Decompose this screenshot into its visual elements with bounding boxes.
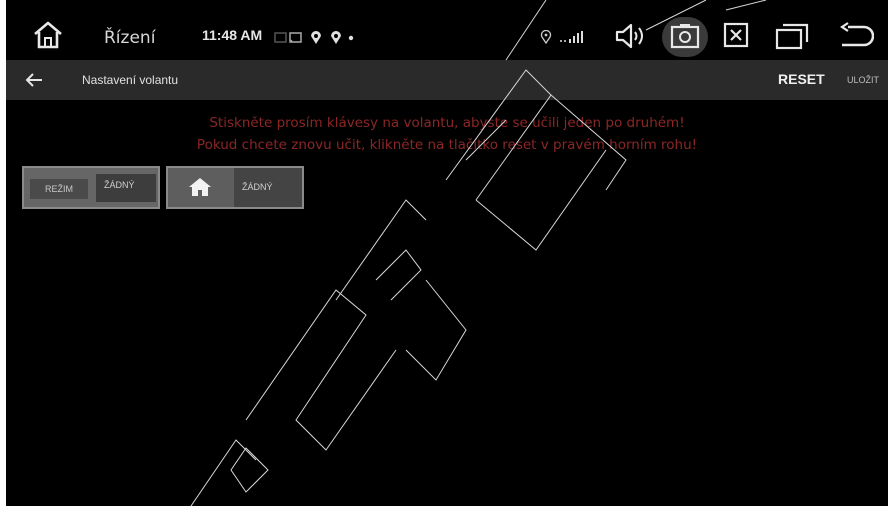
- back-icon[interactable]: [838, 22, 874, 50]
- dot-icon: [348, 35, 354, 41]
- reset-button[interactable]: RESET: [778, 71, 825, 87]
- cast-icon: [274, 32, 302, 43]
- status-bar: Řízení 11:48 AM: [6, 10, 888, 60]
- home-icon: [189, 178, 211, 196]
- home-icon[interactable]: [32, 20, 64, 50]
- save-button[interactable]: ULOŽIT: [847, 75, 879, 85]
- screenshot-icon[interactable]: [669, 22, 701, 50]
- key-value: ŽÁDNÝ: [96, 174, 156, 202]
- app-title: Řízení: [104, 28, 156, 48]
- volume-icon[interactable]: [614, 22, 648, 50]
- clock: 11:48 AM: [202, 27, 263, 43]
- arrow-back-icon[interactable]: [24, 70, 44, 90]
- page-title: Nastavení volantu: [82, 73, 179, 87]
- key-value: ŽÁDNÝ: [234, 168, 302, 207]
- instruction-line-1: Stiskněte prosím klávesy na volantu, aby…: [209, 115, 685, 131]
- key-icon-area: [168, 168, 234, 207]
- app-bar: Nastavení volantu RESET ULOŽIT: [6, 60, 888, 100]
- signal-icon: [560, 31, 583, 43]
- location-icon: [540, 30, 552, 44]
- screen: Řízení 11:48 AM Nastavení volantu RESET …: [6, 0, 888, 506]
- notification-icon: [331, 31, 341, 44]
- notification-icon: [311, 31, 321, 44]
- key-label: REŽIM: [30, 179, 88, 199]
- key-card-home[interactable]: ŽÁDNÝ: [166, 166, 304, 209]
- recents-icon[interactable]: [774, 21, 810, 51]
- close-icon[interactable]: [722, 21, 750, 49]
- key-card-mode[interactable]: REŽIM ŽÁDNÝ: [22, 166, 160, 209]
- instruction-line-2: Pokud chcete znovu učit, klikněte na tla…: [196, 137, 698, 153]
